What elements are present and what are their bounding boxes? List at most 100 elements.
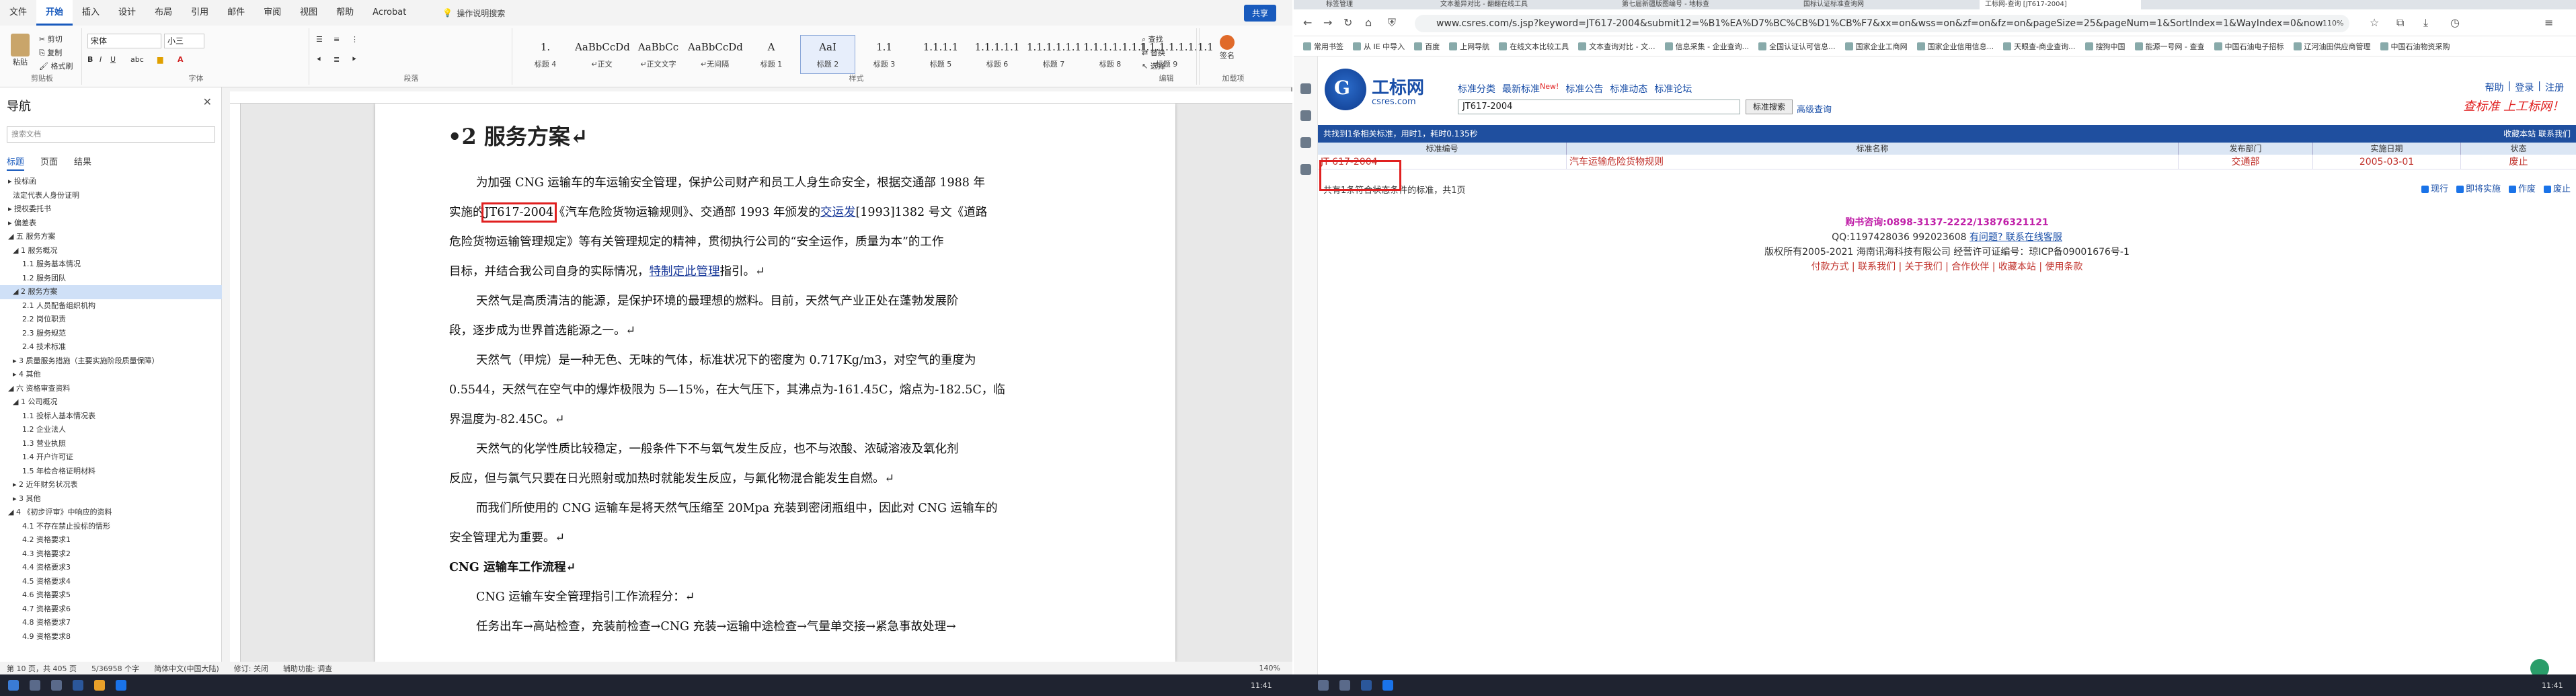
shield-icon[interactable]: ⛨ xyxy=(1388,16,1396,30)
select-button[interactable]: ↖ 选择 xyxy=(1142,61,1165,71)
paste-button[interactable]: 粘贴 xyxy=(7,34,34,67)
bookmark-item[interactable]: 搜狗中国 xyxy=(2084,41,2125,52)
tell-me-search[interactable]: 💡 操作说明搜索 xyxy=(442,7,505,19)
filter-current[interactable]: 现行 xyxy=(2421,182,2448,194)
style-tile[interactable]: AaI 标题 2 xyxy=(800,35,855,74)
font-size-select[interactable]: 小三 xyxy=(164,34,204,48)
page-zoom[interactable]: 110% xyxy=(2323,19,2343,28)
taskview-icon[interactable] xyxy=(51,680,62,691)
nav-heading-item[interactable]: ▸ 授权委托书 xyxy=(0,202,222,217)
nav-heading-item[interactable]: 4.7 资格要求6 xyxy=(0,603,222,617)
nav-link-notice[interactable]: 标准公告 xyxy=(1565,82,1603,95)
browser-tab[interactable]: 标签管理 xyxy=(1321,0,1428,9)
style-tile[interactable]: 1.1.1.1.1 标题 6 xyxy=(970,35,1025,74)
bookmark-item[interactable]: 国家企业工商网 xyxy=(1844,41,1908,52)
word-count[interactable]: 5/36958 个字 xyxy=(91,663,139,674)
tab-design[interactable]: 设计 xyxy=(109,0,145,26)
doc-link-jiaoyunfa[interactable]: 交运发 xyxy=(820,206,856,219)
taskbar-clock-right[interactable]: 11:41 xyxy=(2542,681,2563,690)
home-icon[interactable]: ⌂ xyxy=(1365,16,1372,29)
nav-link-forum[interactable]: 标准论坛 xyxy=(1654,82,1692,95)
style-tile[interactable]: A 标题 1 xyxy=(744,35,799,74)
help-link[interactable]: 帮助 xyxy=(2485,81,2504,94)
footer-links[interactable]: 付款方式 | 联系我们 | 关于我们 | 合作伙伴 | 收藏本站 | 使用条款 xyxy=(1318,260,2576,274)
bookmark-item[interactable]: 辽河油田供应商管理 xyxy=(2293,41,2371,52)
bullets-icon[interactable]: ☰ xyxy=(316,35,323,44)
sidebar-favorites-icon[interactable] xyxy=(1300,83,1311,94)
revision-status[interactable]: 修订: 关闭 xyxy=(234,663,268,674)
tab-review[interactable]: 审阅 xyxy=(254,0,290,26)
folder-icon[interactable] xyxy=(94,680,105,691)
filter-abolished[interactable]: 废止 xyxy=(2543,182,2571,194)
bookmark-item[interactable]: 中国石油电子招标 xyxy=(2214,41,2284,52)
online-service-link[interactable]: 有问题? 联系在线客服 xyxy=(1969,232,2062,243)
tab-mailings[interactable]: 邮件 xyxy=(218,0,254,26)
nav-heading-item[interactable]: ▸ 3 其他 xyxy=(0,492,222,506)
share-button[interactable]: 共享 xyxy=(1243,5,1276,22)
nav-heading-item[interactable]: 2.1 人员配备组织机构 xyxy=(0,299,222,313)
style-tile[interactable]: AaBbCcDd ↵正文 xyxy=(574,35,630,74)
nav-tab-headings[interactable]: 标题 xyxy=(7,155,25,171)
nav-heading-item[interactable]: 1.4 开户许可证 xyxy=(0,451,222,465)
browser-tab[interactable]: 文本差异对比 - 翻翻在线工具 xyxy=(1435,0,1610,9)
replace-button[interactable]: ⇄ 替换 xyxy=(1142,47,1165,58)
sidebar-notes-icon[interactable] xyxy=(1300,137,1311,148)
nav-heading-item[interactable]: 4.6 资格要求5 xyxy=(0,588,222,603)
standard-search-button[interactable]: 标准搜索 xyxy=(1746,100,1793,114)
underline-button[interactable]: U xyxy=(110,55,116,64)
menu-icon[interactable]: ≡ xyxy=(2544,16,2553,29)
nav-heading-item[interactable]: 1.3 营业执照 xyxy=(0,437,222,451)
nav-heading-item[interactable]: ◢ 六 资格审查资料 xyxy=(0,382,222,396)
nav-heading-item[interactable]: ◢ 1 服务概况 xyxy=(0,244,222,258)
strikethrough-button[interactable]: abc xyxy=(130,55,144,64)
nav-heading-item[interactable]: 2.2 岗位职责 xyxy=(0,313,222,327)
accessibility-status[interactable]: 辅助功能: 调查 xyxy=(283,663,332,674)
nav-heading-item[interactable]: ◢ 4 《初步评审》中响应的资料 xyxy=(0,506,222,520)
nav-link-category[interactable]: 标准分类 xyxy=(1458,82,1495,95)
find-button[interactable]: ⌕ 查找 xyxy=(1142,34,1163,44)
browser-app-icon[interactable] xyxy=(116,680,126,691)
tab-file[interactable]: 文件 xyxy=(0,0,36,26)
bookmark-item[interactable]: 国家企业信用信息... xyxy=(1916,41,1994,52)
highlight-icon[interactable]: ▆ xyxy=(157,55,163,64)
search-icon[interactable] xyxy=(30,680,40,691)
bookmark-item[interactable]: 常用书签 xyxy=(1303,41,1343,52)
extensions-icon[interactable]: ⧉ xyxy=(2396,16,2404,30)
nav-heading-item[interactable]: 4.8 资格要求7 xyxy=(0,616,222,630)
nav-heading-item[interactable]: 4.3 资格要求2 xyxy=(0,547,222,562)
url-input[interactable]: www.csres.com/s.jsp?keyword=JT617-2004&s… xyxy=(1415,15,2349,32)
bookmark-item[interactable]: 从 IE 中导入 xyxy=(1353,41,1405,52)
standard-search-input[interactable]: JT617-2004 xyxy=(1458,100,1740,114)
tab-view[interactable]: 视图 xyxy=(290,0,327,26)
search-icon[interactable] xyxy=(1339,680,1350,691)
copy-button[interactable]: ⎘ 复制 xyxy=(39,47,62,58)
tab-help[interactable]: 帮助 xyxy=(327,0,363,26)
style-tile[interactable]: AaBbCc ↵正文文字 xyxy=(631,35,686,74)
word-app-icon[interactable] xyxy=(73,680,83,691)
nav-heading-item[interactable]: 2.3 服务规范 xyxy=(0,327,222,341)
nav-heading-item[interactable]: 1.2 企业法人 xyxy=(0,423,222,437)
tab-insert[interactable]: 插入 xyxy=(73,0,109,26)
browser-tab-active[interactable]: 工标网-查询 [JT617-2004] xyxy=(1980,0,2141,9)
nav-heading-item[interactable]: ◢ 五 服务方案 xyxy=(0,230,222,244)
language-status[interactable]: 简体中文(中国大陆) xyxy=(154,663,219,674)
browser-app-icon[interactable] xyxy=(1382,680,1393,691)
nav-heading-item[interactable]: ▸ 2 近年财务状况表 xyxy=(0,478,222,492)
nav-heading-item[interactable]: ◢ 1 公司概况 xyxy=(0,395,222,410)
bookmark-item[interactable]: 能源一号网 - 查查 xyxy=(2134,41,2205,52)
nav-heading-item[interactable]: ◢ 2 服务方案 xyxy=(0,285,222,299)
style-tile[interactable]: AaBbCcDd ↵无间隔 xyxy=(687,35,743,74)
nav-heading-item[interactable]: 1.1 服务基本情况 xyxy=(0,258,222,272)
bookmark-item[interactable]: 上网导航 xyxy=(1449,41,1489,52)
nav-heading-item[interactable]: ▸ 偏差表 xyxy=(0,217,222,231)
nav-search-input[interactable]: 搜索文档 xyxy=(7,126,215,143)
download-icon[interactable]: ⤓ xyxy=(2423,16,2428,30)
font-family-select[interactable]: 宋体 xyxy=(87,34,161,48)
align-center-icon[interactable]: ≣ xyxy=(334,55,340,64)
close-icon[interactable]: ✕ xyxy=(203,95,212,108)
browser-tab[interactable]: 国标认证标准查询网 xyxy=(1798,0,1973,9)
nav-heading-item[interactable]: 4.1 不存在禁止投标的情形 xyxy=(0,520,222,534)
align-right-icon[interactable]: ⯈ xyxy=(351,55,357,65)
advanced-search-link[interactable]: 高级查询 xyxy=(1797,102,1832,115)
sidebar-history-icon[interactable] xyxy=(1300,164,1311,175)
